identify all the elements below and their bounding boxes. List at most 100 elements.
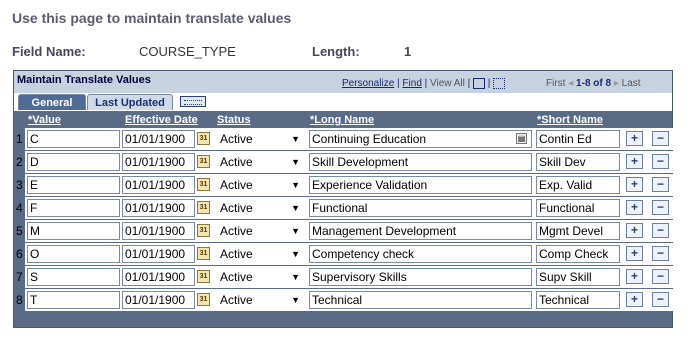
value-input[interactable]: C xyxy=(27,130,120,148)
calendar-icon[interactable]: 31 xyxy=(197,270,210,283)
short-name-input[interactable]: Mgmt Devel xyxy=(536,222,620,240)
calendar-icon[interactable]: 31 xyxy=(197,132,210,145)
status-select[interactable]: Active ▼ xyxy=(217,130,304,148)
header-short-name[interactable]: *Short Name xyxy=(537,112,603,128)
grid-title: Maintain Translate Values xyxy=(17,74,151,86)
status-select[interactable]: Active ▼ xyxy=(217,291,304,309)
value-input[interactable]: O xyxy=(27,245,120,263)
last-link[interactable]: Last xyxy=(622,78,641,89)
row-number: 4 xyxy=(16,201,23,215)
tab-general[interactable]: General xyxy=(18,94,86,110)
tab-last-updated[interactable]: Last Updated xyxy=(87,94,173,110)
download-icon[interactable] xyxy=(473,78,486,89)
effective-date-input[interactable]: 01/01/1900 xyxy=(122,268,195,286)
long-name-input[interactable]: Management Development xyxy=(309,222,532,240)
expand-text-icon[interactable]: ▤ xyxy=(516,133,527,144)
status-select[interactable]: Active ▼ xyxy=(217,222,304,240)
calendar-icon[interactable]: 31 xyxy=(197,201,210,214)
add-row-icon[interactable]: + xyxy=(626,200,643,215)
value-input[interactable]: D xyxy=(27,153,120,171)
header-long-name[interactable]: *Long Name xyxy=(310,112,374,128)
long-name-input[interactable]: Continuing Education ▤ xyxy=(309,130,532,148)
view-all-link[interactable]: View All xyxy=(430,78,465,89)
delete-row-icon[interactable]: − xyxy=(652,177,669,192)
effective-date-input[interactable]: 01/01/1900 xyxy=(122,130,195,148)
calendar-icon[interactable]: 31 xyxy=(197,293,210,306)
length-label: Length: xyxy=(312,44,360,59)
effective-date-input[interactable]: 01/01/1900 xyxy=(122,199,195,217)
personalize-link[interactable]: Personalize xyxy=(342,78,394,89)
value-input[interactable]: F xyxy=(27,199,120,217)
table-row: 6 O 01/01/1900 31 Active ▼ Competency check Com… xyxy=(14,243,674,266)
status-select[interactable]: Active ▼ xyxy=(217,245,304,263)
header-status[interactable]: Status xyxy=(217,112,251,128)
short-name-input[interactable]: Exp. Valid xyxy=(536,176,620,194)
header-value[interactable]: *Value xyxy=(28,112,61,128)
value-input[interactable]: T xyxy=(27,291,120,309)
long-name-input[interactable]: Functional xyxy=(309,199,532,217)
calendar-icon[interactable]: 31 xyxy=(197,224,210,237)
chevron-down-icon: ▼ xyxy=(291,249,300,259)
calendar-icon[interactable]: 31 xyxy=(197,155,210,168)
long-name-input[interactable]: Technical xyxy=(309,291,532,309)
value-input[interactable]: S xyxy=(27,268,120,286)
find-link[interactable]: Find xyxy=(402,78,421,89)
delete-row-icon[interactable]: − xyxy=(652,154,669,169)
chevron-down-icon: ▼ xyxy=(291,157,300,167)
effective-date-input[interactable]: 01/01/1900 xyxy=(122,245,195,263)
status-select[interactable]: Active ▼ xyxy=(217,268,304,286)
add-row-icon[interactable]: + xyxy=(626,177,643,192)
value-input[interactable]: E xyxy=(27,176,120,194)
show-all-columns-icon[interactable] xyxy=(180,96,206,107)
delete-row-icon[interactable]: − xyxy=(652,223,669,238)
long-name-input[interactable]: Competency check xyxy=(309,245,532,263)
status-selected-value: Active xyxy=(220,224,253,238)
first-link[interactable]: First xyxy=(546,78,565,89)
row-number: 2 xyxy=(16,155,23,169)
effective-date-input[interactable]: 01/01/1900 xyxy=(122,153,195,171)
long-name-text: Competency check xyxy=(312,247,415,261)
short-name-input[interactable]: Contin Ed xyxy=(536,130,620,148)
status-select[interactable]: Active ▼ xyxy=(217,199,304,217)
add-row-icon[interactable]: + xyxy=(626,223,643,238)
long-name-input[interactable]: Supervisory Skills xyxy=(309,268,532,286)
short-name-input[interactable]: Technical xyxy=(536,291,620,309)
delete-row-icon[interactable]: − xyxy=(652,292,669,307)
add-row-icon[interactable]: + xyxy=(626,131,643,146)
chevron-down-icon: ▼ xyxy=(291,134,300,144)
delete-row-icon[interactable]: − xyxy=(652,200,669,215)
short-name-input[interactable]: Supv Skill xyxy=(536,268,620,286)
short-name-input[interactable]: Skill Dev xyxy=(536,153,620,171)
long-name-input[interactable]: Skill Development xyxy=(309,153,532,171)
status-selected-value: Active xyxy=(220,247,253,261)
add-row-icon[interactable]: + xyxy=(626,292,643,307)
effective-date-input[interactable]: 01/01/1900 xyxy=(122,222,195,240)
status-select[interactable]: Active ▼ xyxy=(217,153,304,171)
effective-date-input[interactable]: 01/01/1900 xyxy=(122,291,195,309)
delete-row-icon[interactable]: − xyxy=(652,246,669,261)
calendar-icon[interactable]: 31 xyxy=(197,178,210,191)
field-name-label: Field Name: xyxy=(12,44,86,59)
delete-row-icon[interactable]: − xyxy=(652,269,669,284)
add-row-icon[interactable]: + xyxy=(626,269,643,284)
row-number: 3 xyxy=(16,178,23,192)
value-input[interactable]: M xyxy=(27,222,120,240)
prev-arrow-icon[interactable]: ◂ xyxy=(568,78,573,89)
table-row: 8 T 01/01/1900 31 Active ▼ Technical Technical +… xyxy=(14,289,674,312)
calendar-icon[interactable]: 31 xyxy=(197,247,210,260)
header-effective-date[interactable]: Effective Date xyxy=(125,112,198,128)
chevron-down-icon: ▼ xyxy=(291,295,300,305)
delete-row-icon[interactable]: − xyxy=(652,131,669,146)
short-name-input[interactable]: Functional xyxy=(536,199,620,217)
short-name-input[interactable]: Comp Check xyxy=(536,245,620,263)
status-selected-value: Active xyxy=(220,293,253,307)
long-name-input[interactable]: Experience Validation xyxy=(309,176,532,194)
add-row-icon[interactable]: + xyxy=(626,246,643,261)
chevron-down-icon: ▼ xyxy=(291,203,300,213)
effective-date-input[interactable]: 01/01/1900 xyxy=(122,176,195,194)
table-row: 7 S 01/01/1900 31 Active ▼ Supervisory Skills S… xyxy=(14,266,674,289)
next-arrow-icon[interactable]: ▸ xyxy=(614,78,619,89)
status-select[interactable]: Active ▼ xyxy=(217,176,304,194)
spreadsheet-icon[interactable] xyxy=(493,78,506,89)
add-row-icon[interactable]: + xyxy=(626,154,643,169)
